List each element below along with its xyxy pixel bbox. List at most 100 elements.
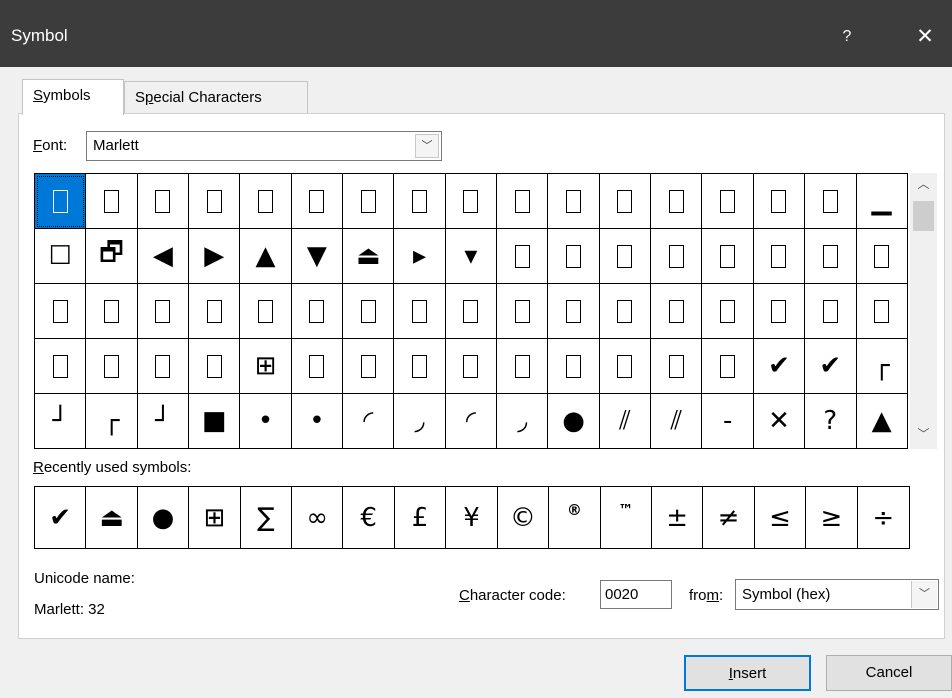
scroll-thumb[interactable]: [913, 201, 934, 231]
symbol-cell[interactable]: [805, 174, 857, 229]
font-dropdown[interactable]: Marlett ﹀: [86, 131, 442, 161]
recent-symbol-cell[interactable]: £: [395, 487, 447, 548]
symbol-cell[interactable]: [137, 339, 190, 394]
symbol-cell[interactable]: [856, 229, 907, 284]
symbol-cell[interactable]: ✔: [805, 339, 857, 394]
symbol-cell[interactable]: [497, 284, 549, 339]
recent-symbol-cell[interactable]: ¥: [446, 487, 498, 548]
symbol-cell[interactable]: ▸: [394, 229, 446, 284]
symbol-cell[interactable]: ◞: [497, 394, 549, 448]
symbol-cell[interactable]: [291, 174, 344, 229]
symbol-cell[interactable]: [189, 339, 241, 394]
symbol-cell[interactable]: ┌: [856, 339, 907, 394]
symbol-cell[interactable]: [548, 174, 600, 229]
cancel-button[interactable]: Cancel: [826, 655, 952, 691]
character-code-input[interactable]: 0020: [600, 580, 672, 609]
symbol-cell[interactable]: [753, 229, 806, 284]
grid-scrollbar[interactable]: ︿ ﹀: [910, 173, 937, 449]
symbol-cell[interactable]: ◞: [394, 394, 446, 448]
symbol-cell[interactable]: [35, 174, 87, 229]
symbol-cell[interactable]: [497, 174, 549, 229]
from-dropdown[interactable]: Symbol (hex) ﹀: [735, 579, 939, 610]
symbol-cell[interactable]: ◜: [343, 394, 395, 448]
symbol-cell[interactable]: [702, 339, 754, 394]
symbol-cell[interactable]: [856, 284, 907, 339]
symbol-cell[interactable]: [599, 339, 652, 394]
symbol-cell[interactable]: [394, 339, 446, 394]
symbol-cell[interactable]: [86, 284, 138, 339]
symbol-cell[interactable]: ⫽: [600, 394, 652, 448]
symbol-cell[interactable]: 🗗: [86, 229, 138, 284]
help-icon[interactable]: ?: [826, 18, 868, 56]
recent-symbol-cell[interactable]: ⏏: [86, 487, 138, 548]
chevron-down-icon[interactable]: ﹀: [415, 134, 439, 158]
symbol-cell[interactable]: ✕: [754, 394, 806, 448]
recent-symbol-cell[interactable]: ®: [549, 487, 601, 548]
symbol-cell[interactable]: [753, 174, 806, 229]
symbol-cell[interactable]: [35, 284, 87, 339]
recent-symbol-cell[interactable]: ≠: [703, 487, 755, 548]
symbol-cell[interactable]: [343, 284, 395, 339]
tab-special-characters[interactable]: Special Characters: [124, 81, 308, 115]
insert-button[interactable]: Insert: [684, 655, 811, 691]
recent-symbol-cell[interactable]: ∞: [292, 487, 344, 548]
recent-symbol-cell[interactable]: ✔: [35, 487, 87, 548]
symbol-cell[interactable]: ┘: [35, 394, 87, 448]
symbol-cell[interactable]: [651, 229, 703, 284]
symbol-cell[interactable]: [137, 284, 190, 339]
symbol-cell[interactable]: [189, 284, 241, 339]
symbol-cell[interactable]: ✔: [753, 339, 806, 394]
symbol-cell[interactable]: ┌: [86, 394, 138, 448]
symbol-cell[interactable]: ⊞: [240, 339, 292, 394]
scroll-down-icon[interactable]: ﹀: [910, 425, 937, 447]
symbol-cell[interactable]: [548, 229, 600, 284]
recent-symbol-cell[interactable]: ©: [498, 487, 550, 548]
close-icon[interactable]: ✕: [898, 18, 952, 56]
symbol-cell[interactable]: [497, 229, 549, 284]
symbol-cell[interactable]: ?: [805, 394, 857, 448]
symbol-cell[interactable]: [445, 339, 498, 394]
recent-symbol-cell[interactable]: €: [343, 487, 395, 548]
symbol-cell[interactable]: [753, 284, 806, 339]
symbol-cell[interactable]: [445, 284, 498, 339]
recent-symbol-cell[interactable]: ●: [138, 487, 190, 548]
symbol-cell[interactable]: •: [240, 394, 292, 448]
symbol-cell[interactable]: [394, 284, 446, 339]
symbol-cell[interactable]: [702, 284, 754, 339]
symbol-cell[interactable]: -: [702, 394, 754, 448]
symbol-cell[interactable]: [497, 339, 549, 394]
symbol-cell[interactable]: [702, 229, 754, 284]
symbol-cell[interactable]: [86, 174, 138, 229]
symbol-cell[interactable]: [137, 174, 190, 229]
symbol-cell[interactable]: [240, 284, 292, 339]
symbol-cell[interactable]: ◜: [446, 394, 498, 448]
symbol-cell[interactable]: ⏏: [343, 229, 395, 284]
symbol-cell[interactable]: ●: [548, 394, 600, 448]
recent-symbol-cell[interactable]: ÷: [858, 487, 909, 548]
symbol-cell[interactable]: [343, 174, 395, 229]
symbol-cell[interactable]: [86, 339, 138, 394]
symbol-cell[interactable]: [291, 339, 344, 394]
symbol-cell[interactable]: ▶: [189, 229, 241, 284]
symbol-cell[interactable]: [394, 174, 446, 229]
symbol-cell[interactable]: [599, 284, 652, 339]
symbol-cell[interactable]: ▲: [240, 229, 292, 284]
symbol-cell[interactable]: ☐: [35, 229, 87, 284]
symbol-cell[interactable]: [599, 229, 652, 284]
scroll-up-icon[interactable]: ︿: [910, 175, 937, 197]
symbol-cell[interactable]: •: [292, 394, 344, 448]
symbol-cell[interactable]: ▾: [445, 229, 498, 284]
symbol-cell[interactable]: [189, 174, 241, 229]
symbol-cell[interactable]: [651, 174, 703, 229]
symbol-cell[interactable]: [805, 229, 857, 284]
tab-symbols[interactable]: Symbols: [22, 79, 124, 115]
symbol-cell[interactable]: ▁: [856, 174, 907, 229]
recent-symbol-cell[interactable]: ≥: [806, 487, 858, 548]
symbol-cell[interactable]: ◀: [137, 229, 190, 284]
symbol-cell[interactable]: [35, 339, 87, 394]
recent-symbol-cell[interactable]: ™: [601, 487, 652, 548]
symbol-cell[interactable]: [445, 174, 498, 229]
symbol-cell[interactable]: ┘: [138, 394, 190, 448]
symbol-cell[interactable]: [291, 284, 344, 339]
recent-symbol-cell[interactable]: ±: [652, 487, 704, 548]
